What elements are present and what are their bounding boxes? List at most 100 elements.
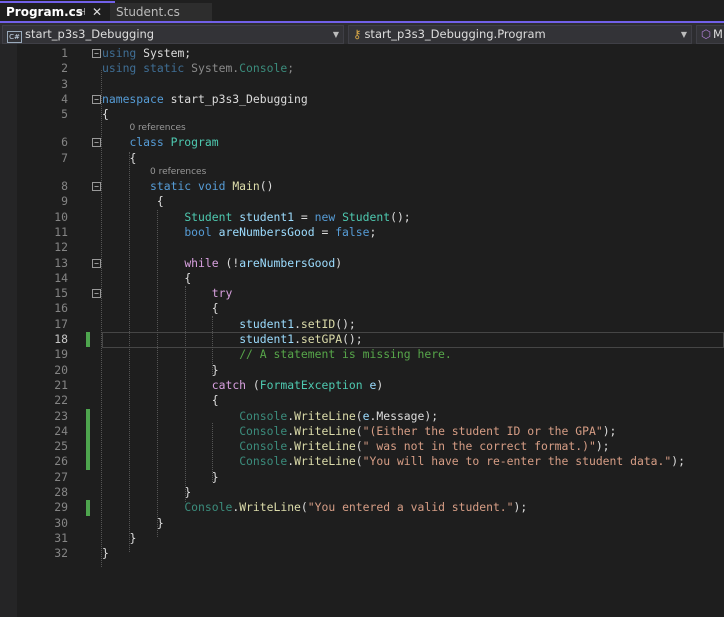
code-text: using static System.Console; bbox=[102, 61, 294, 76]
code-line[interactable]: 22 { bbox=[0, 393, 724, 408]
code-text: Console.WriteLine(" was not in the corre… bbox=[239, 439, 609, 454]
code-token: (); bbox=[342, 332, 363, 347]
code-token: ; bbox=[369, 224, 377, 239]
code-token: ); bbox=[671, 454, 685, 469]
code-text: { bbox=[129, 151, 136, 166]
code-line[interactable]: 3 bbox=[0, 77, 724, 92]
collapse-icon[interactable]: − bbox=[92, 138, 101, 148]
tab-program-cs[interactable]: Program.cs ⊣ ✕ bbox=[0, 1, 115, 22]
code-token: "You will have to re-enter the student d… bbox=[362, 454, 672, 469]
member-dropdown[interactable]: ⬡ M bbox=[696, 25, 724, 44]
code-line[interactable]: 11 bool areNumbersGood = false; bbox=[0, 225, 724, 240]
line-number: 8 bbox=[61, 179, 68, 194]
code-line[interactable]: 8 − static void Main() bbox=[0, 179, 724, 194]
code-line[interactable]: 9{ bbox=[0, 194, 724, 209]
code-line[interactable]: 17 student1.setID(); bbox=[0, 317, 724, 332]
code-text: // A statement is missing here. bbox=[239, 347, 452, 362]
code-text: { bbox=[184, 271, 191, 286]
code-token: WriteLine bbox=[294, 423, 356, 438]
code-text: Console.WriteLine("(Either the student I… bbox=[239, 424, 616, 439]
code-line[interactable]: 28} bbox=[0, 485, 724, 500]
code-token: Program bbox=[170, 135, 219, 150]
code-token: ( bbox=[355, 423, 363, 438]
code-token: class bbox=[129, 135, 171, 150]
code-token: ( bbox=[300, 500, 308, 515]
code-token: Console bbox=[239, 423, 288, 438]
codelens-references[interactable]: 0 references bbox=[150, 166, 206, 179]
line-number: 1 bbox=[61, 46, 68, 60]
line-number: 10 bbox=[54, 209, 68, 224]
code-token: ); bbox=[602, 423, 617, 438]
class-icon: ⚷ bbox=[353, 27, 362, 41]
code-line[interactable]: 30} bbox=[0, 516, 724, 531]
project-dropdown[interactable]: C# start_p3s3_Debugging ▼ bbox=[2, 25, 344, 44]
code-text: student1.setGPA(); bbox=[239, 332, 362, 347]
collapse-icon[interactable]: − bbox=[92, 258, 101, 268]
code-line[interactable]: 12 bbox=[0, 240, 724, 255]
line-number: 2 bbox=[61, 61, 68, 76]
code-line[interactable]: 7{ bbox=[0, 151, 724, 166]
line-number: 14 bbox=[54, 270, 68, 285]
code-line[interactable]: 31} bbox=[0, 531, 724, 546]
code-token: Console bbox=[239, 439, 288, 454]
pin-icon[interactable]: ⊣ bbox=[77, 3, 86, 22]
change-indicator bbox=[86, 500, 90, 516]
collapse-icon[interactable]: − bbox=[92, 49, 101, 58]
code-line[interactable]: 4 − namespace start_p3s3_Debugging bbox=[0, 92, 724, 107]
code-text: student1.setID(); bbox=[239, 317, 356, 332]
code-token: " was not in the correct format.)" bbox=[362, 439, 596, 454]
line-number: 13 bbox=[54, 255, 68, 270]
line-number: 22 bbox=[54, 393, 68, 408]
code-line[interactable]: 14 { bbox=[0, 271, 724, 286]
code-line[interactable]: 27} bbox=[0, 470, 724, 485]
code-token: start_p3s3_Debugging bbox=[163, 91, 308, 106]
code-token: student1 bbox=[239, 209, 295, 224]
change-indicator bbox=[86, 439, 90, 455]
code-line[interactable]: 16 { bbox=[0, 301, 724, 316]
code-line[interactable]: 32} bbox=[0, 546, 724, 561]
code-line[interactable]: 25 Console.WriteLine(" was not in the cor… bbox=[0, 439, 724, 455]
code-token: e bbox=[362, 408, 370, 423]
code-line[interactable]: 5{ bbox=[0, 107, 724, 122]
code-line[interactable]: 20} bbox=[0, 363, 724, 378]
codelens-references[interactable]: 0 references bbox=[129, 122, 185, 135]
collapse-icon[interactable]: − bbox=[92, 182, 101, 192]
code-token: false bbox=[335, 224, 370, 239]
indent-guide bbox=[212, 423, 213, 482]
code-line[interactable]: 10 Student student1 = new Student(); bbox=[0, 210, 724, 225]
code-token: System. bbox=[191, 61, 240, 76]
code-token: while bbox=[184, 255, 219, 270]
code-token: namespace bbox=[102, 91, 164, 106]
code-line[interactable]: 21 catch (FormatException e) bbox=[0, 378, 724, 393]
code-line[interactable]: 23 Console.WriteLine(e.Message); bbox=[0, 408, 724, 424]
code-text: namespace start_p3s3_Debugging bbox=[102, 92, 308, 107]
code-line[interactable]: 1 − using System; bbox=[0, 46, 724, 61]
code-token: { bbox=[129, 150, 137, 165]
code-token: } bbox=[102, 546, 109, 561]
close-icon[interactable]: ✕ bbox=[92, 3, 102, 22]
code-line[interactable]: 26 Console.WriteLine("You will have to re… bbox=[0, 454, 724, 470]
code-text: { bbox=[157, 194, 164, 209]
code-token: . bbox=[294, 332, 301, 347]
collapse-icon[interactable]: − bbox=[92, 289, 101, 299]
code-line[interactable]: 2 using static System.Console; bbox=[0, 61, 724, 76]
code-token: ); bbox=[513, 500, 528, 515]
current-line-highlight bbox=[102, 332, 724, 349]
chevron-down-icon: ▼ bbox=[680, 30, 687, 39]
code-token: () bbox=[259, 179, 274, 194]
code-line[interactable]: 6 − class Program bbox=[0, 135, 724, 150]
code-line[interactable]: 18 student1.setGPA(); bbox=[0, 332, 724, 349]
code-token: try bbox=[211, 286, 233, 301]
collapse-icon[interactable]: − bbox=[92, 94, 101, 104]
code-line[interactable]: 29 Console.WriteLine("You entered a valid… bbox=[0, 500, 724, 516]
code-editor[interactable]: 1− using System; 2 using static System.Cons… bbox=[0, 44, 724, 567]
code-line[interactable]: 15 − try bbox=[0, 286, 724, 301]
code-line[interactable]: 19 // A statement is missing here. bbox=[0, 347, 724, 362]
tab-student-cs[interactable]: Student.cs bbox=[110, 3, 212, 22]
code-token: Main bbox=[232, 179, 260, 194]
line-number: 23 bbox=[54, 408, 68, 423]
code-line[interactable]: 13 − while (!areNumbersGood) bbox=[0, 256, 724, 271]
type-dropdown[interactable]: ⚷ start_p3s3_Debugging.Program ▼ bbox=[348, 25, 692, 44]
code-line[interactable]: 24 Console.WriteLine("(Either the student… bbox=[0, 423, 724, 440]
change-indicator bbox=[86, 454, 90, 470]
